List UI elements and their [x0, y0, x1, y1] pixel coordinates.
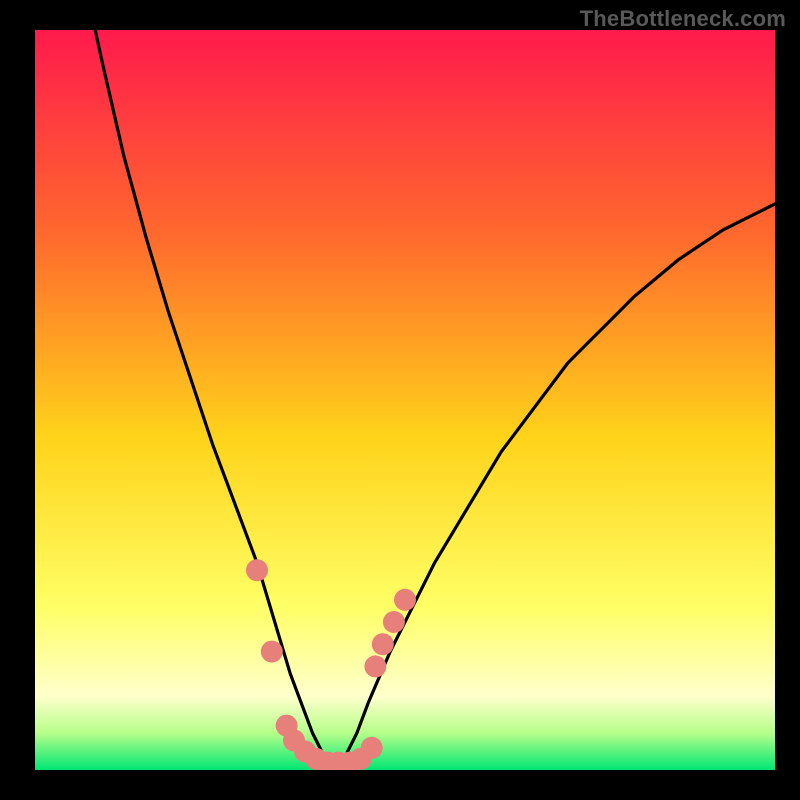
data-dot	[372, 633, 394, 655]
plot-area	[35, 30, 775, 770]
gradient-background	[35, 30, 775, 770]
chart-stage: TheBottleneck.com	[0, 0, 800, 800]
data-dot	[361, 737, 383, 759]
data-dot	[261, 641, 283, 663]
data-dot	[394, 589, 416, 611]
chart-svg	[35, 30, 775, 770]
data-dot	[383, 611, 405, 633]
data-dot	[364, 655, 386, 677]
watermark-text: TheBottleneck.com	[580, 6, 786, 32]
data-dot	[246, 559, 268, 581]
